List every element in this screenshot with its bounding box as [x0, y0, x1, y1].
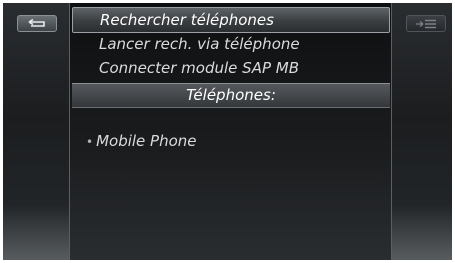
phone-list-item[interactable]: • Mobile Phone	[86, 132, 197, 150]
back-button[interactable]	[17, 15, 57, 32]
left-panel	[3, 3, 70, 260]
menu-item-lancer-rech-via-telephone[interactable]: Lancer rech. via téléphone	[72, 32, 390, 56]
phones-section-heading: Téléphones:	[72, 83, 390, 108]
main-menu-panel: Rechercher téléphones Lancer rech. via t…	[70, 3, 392, 260]
bullet-icon: •	[86, 135, 94, 149]
display-screen: Rechercher téléphones Lancer rech. via t…	[3, 3, 452, 260]
menu-item-connecter-module-sap[interactable]: Connecter module SAP MB	[72, 56, 390, 80]
options-button[interactable]	[406, 15, 446, 32]
list-menu-icon	[416, 19, 436, 28]
right-panel	[391, 3, 452, 260]
phone-name: Mobile Phone	[96, 132, 197, 150]
back-arrow-icon	[28, 18, 45, 27]
menu-item-rechercher-telephones[interactable]: Rechercher téléphones	[72, 7, 390, 33]
